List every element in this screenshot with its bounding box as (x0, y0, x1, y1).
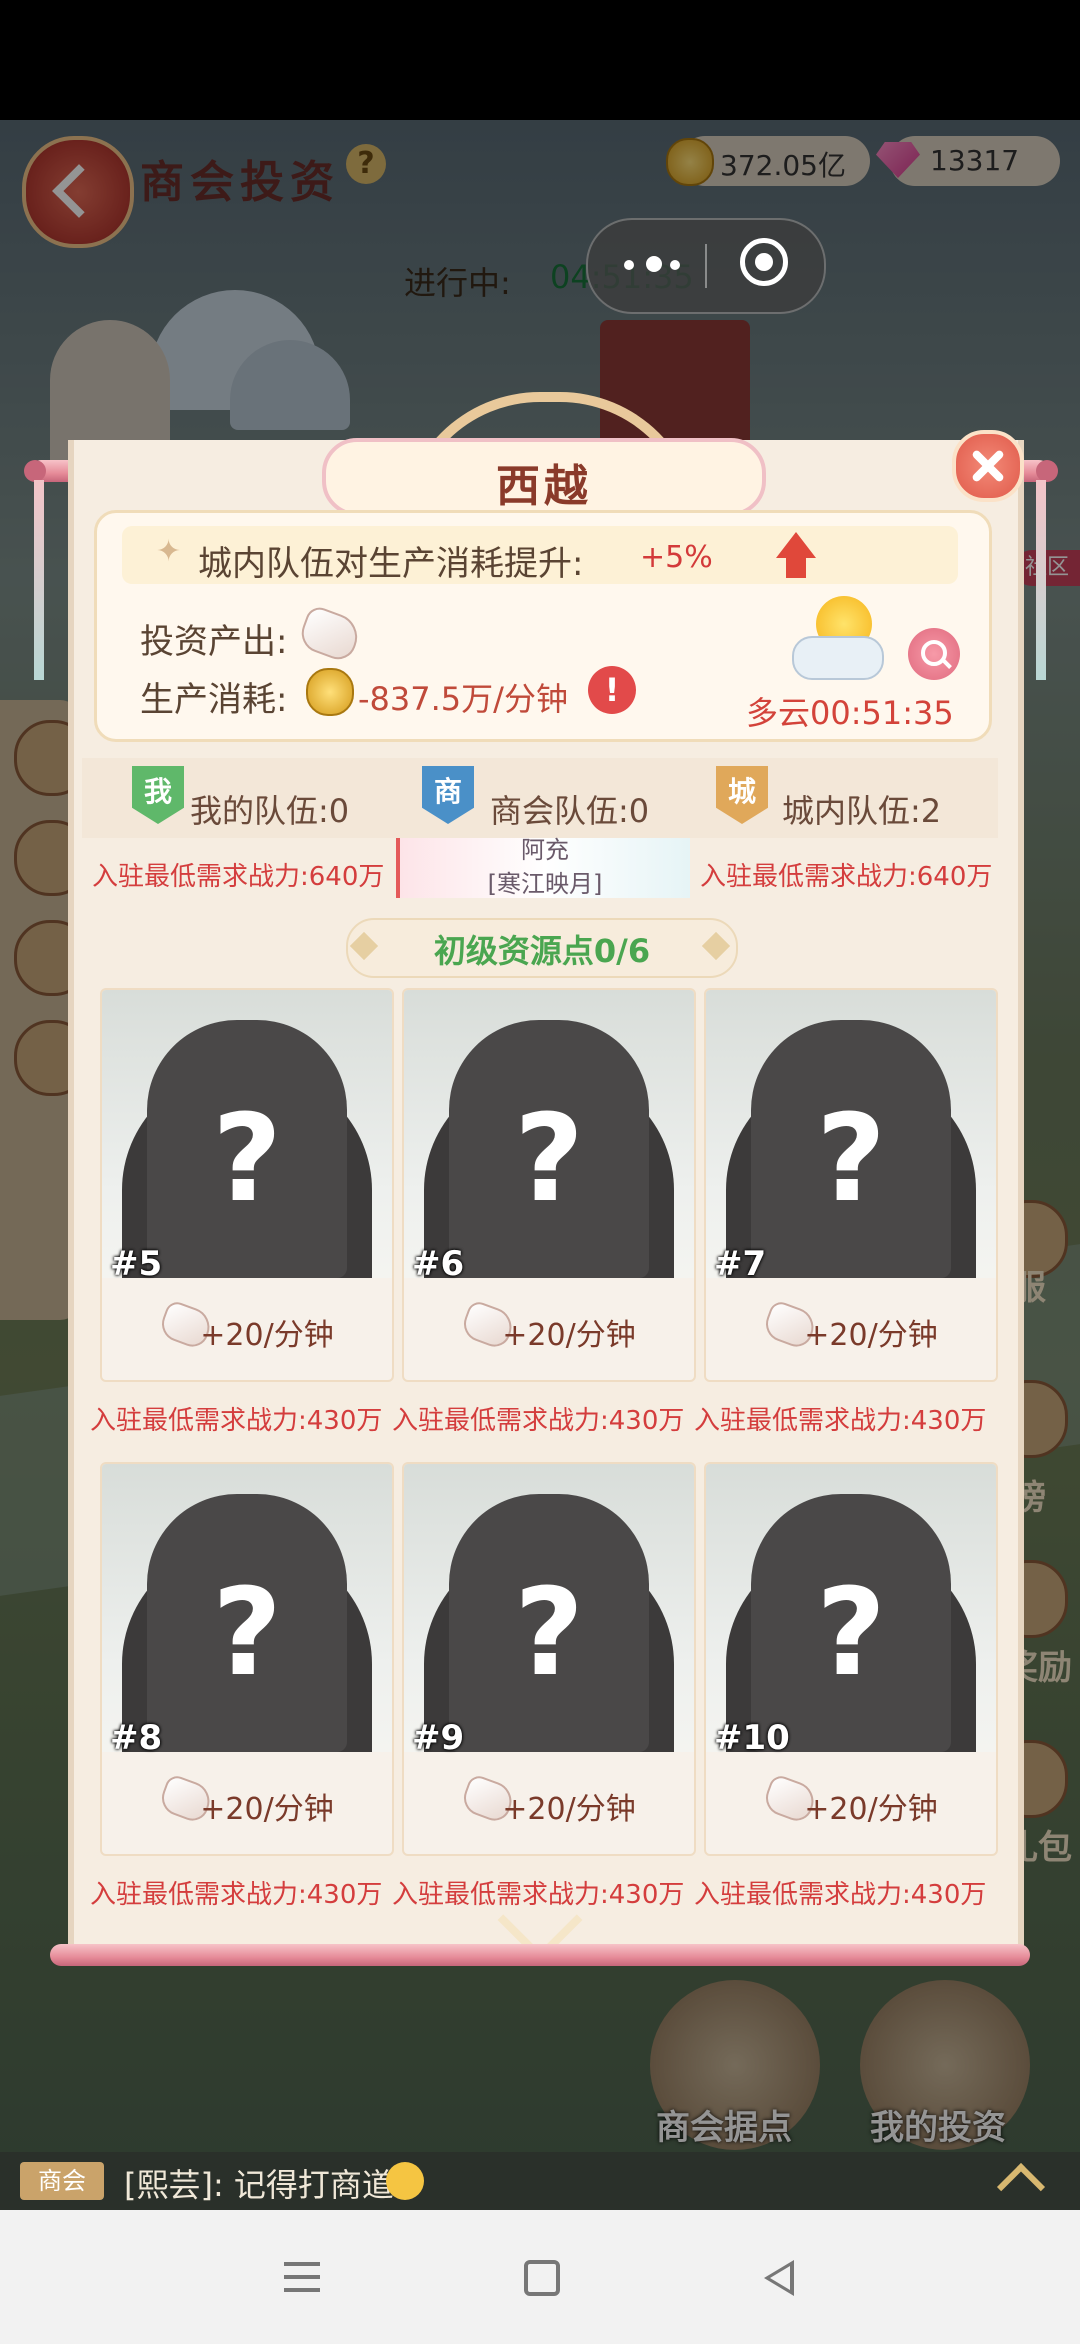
search-icon[interactable] (908, 628, 960, 680)
slot-number: #9 (412, 1718, 465, 1758)
unknown-character-icon: ? (212, 1090, 282, 1229)
slot-number: #10 (714, 1718, 790, 1758)
close-miniprogram-icon[interactable] (740, 238, 788, 286)
requirement-text: 入驻最低需求战力:430万 (90, 1880, 383, 1910)
requirement-text: 入驻最低需求战力:430万 (694, 1406, 987, 1436)
resource-slot-card[interactable]: ? #7 +20/分钟 (704, 988, 998, 1382)
right-tassel (1036, 480, 1046, 680)
modal-close-button[interactable] (952, 430, 1024, 502)
occupant-guild: [寒江映月] (487, 870, 603, 898)
top-rod-end-right (1036, 460, 1058, 482)
slot-art: ? #6 (404, 990, 694, 1284)
bottom-scroll-rod (50, 1944, 1030, 1966)
back-nav-icon-inner (770, 2266, 790, 2290)
section-title: 初级资源点0/6 (433, 932, 651, 970)
my-team-tab[interactable]: 我的队伍:0 (190, 786, 349, 832)
slot-art: ? #5 (102, 990, 392, 1284)
slot-art: ? #10 (706, 1464, 996, 1758)
slot-art: ? #7 (706, 990, 996, 1284)
upper-requirement-right: 入驻最低需求战力:640万 (700, 862, 993, 892)
up-arrow-icon (776, 532, 816, 558)
consume-coin-icon (306, 668, 354, 716)
unknown-character-icon: ? (816, 1564, 886, 1703)
city-team-tab[interactable]: 城内队伍:2 (782, 786, 941, 832)
sparkle-icon: ✦ (156, 534, 182, 569)
chat-bar[interactable]: 商会 [熙芸]: 记得打商道 (0, 2152, 1080, 2212)
modal-title-plate: 西越 (322, 438, 766, 516)
occupant-name: 阿充 (521, 836, 569, 864)
miniprogram-capsule (586, 218, 826, 314)
output-label: 投资产出: (140, 622, 288, 662)
chat-expand-icon[interactable] (996, 2162, 1046, 2212)
slot-number: #5 (110, 1244, 163, 1284)
home-nav-icon[interactable] (524, 2260, 560, 2296)
section-header: 初级资源点0/6 (346, 918, 738, 978)
slot-number: #7 (714, 1244, 767, 1284)
modal-title: 西越 (496, 461, 592, 512)
up-arrow-stem (786, 556, 806, 578)
capsule-divider (705, 244, 707, 288)
status-bar-area (0, 0, 1080, 120)
slot-rate: +20/分钟 (804, 1792, 938, 1827)
unknown-character-icon: ? (514, 1564, 584, 1703)
upper-requirement-left: 入驻最低需求战力:640万 (92, 862, 385, 892)
slot-number: #6 (412, 1244, 465, 1284)
slot-rate: +20/分钟 (200, 1318, 334, 1353)
weather-status: 多云00:51:35 (746, 694, 954, 732)
top-rod-end-left (24, 460, 46, 482)
chat-message: [熙芸]: 记得打商道 (124, 2166, 394, 2204)
chat-emoji-icon (386, 2162, 424, 2200)
consume-value: -837.5万/分钟 (358, 680, 568, 718)
more-icon[interactable] (624, 256, 684, 276)
resource-slot-card[interactable]: ? #6 +20/分钟 (402, 988, 696, 1382)
left-tassel (34, 480, 44, 680)
consume-label: 生产消耗: (140, 680, 288, 720)
unknown-character-icon: ? (514, 1090, 584, 1229)
slot-art: ? #8 (102, 1464, 392, 1758)
chat-channel-tag: 商会 (20, 2162, 104, 2200)
slot-number: #8 (110, 1718, 163, 1758)
resource-slot-card[interactable]: ? #10 +20/分钟 (704, 1462, 998, 1856)
slot-art: ? #9 (404, 1464, 694, 1758)
slot-rate: +20/分钟 (502, 1318, 636, 1353)
occupied-slot-card[interactable]: 阿充 [寒江映月] (396, 836, 690, 898)
unknown-character-icon: ? (816, 1090, 886, 1229)
slot-rate: +20/分钟 (804, 1318, 938, 1353)
requirement-text: 入驻最低需求战力:430万 (392, 1406, 685, 1436)
unknown-character-icon: ? (212, 1564, 282, 1703)
system-navbar (0, 2210, 1080, 2344)
slot-rate: +20/分钟 (502, 1792, 636, 1827)
buff-text: 城内队伍对生产消耗提升: (198, 544, 584, 584)
resource-slot-card[interactable]: ? #9 +20/分钟 (402, 1462, 696, 1856)
resource-slot-card[interactable]: ? #8 +20/分钟 (100, 1462, 394, 1856)
warning-icon[interactable]: ! (588, 666, 636, 714)
requirement-text: 入驻最低需求战力:430万 (90, 1406, 383, 1436)
weather-cloud-icon (792, 636, 884, 680)
guild-team-tab[interactable]: 商会队伍:0 (490, 786, 649, 832)
buff-value: +5% (640, 540, 713, 575)
resource-slot-card[interactable]: ? #5 +20/分钟 (100, 988, 394, 1382)
requirement-text: 入驻最低需求战力:430万 (694, 1880, 987, 1910)
menu-nav-icon[interactable] (284, 2262, 320, 2292)
slot-rate: +20/分钟 (200, 1792, 334, 1827)
